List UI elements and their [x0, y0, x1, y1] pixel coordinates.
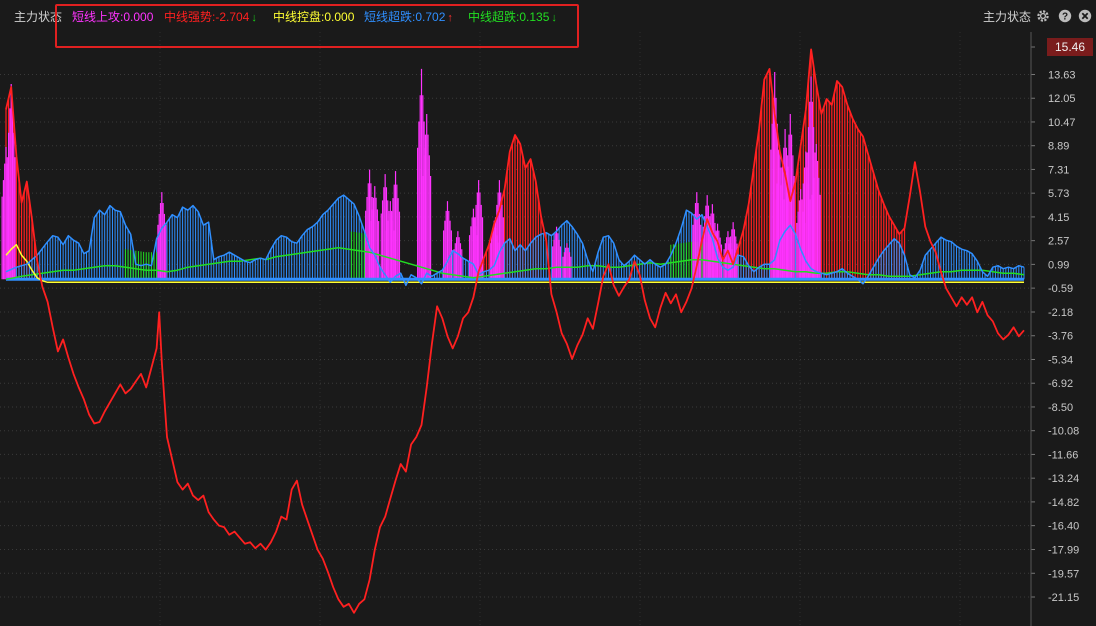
chart-grid	[0, 32, 1031, 626]
y-tick-label: -16.40	[1048, 521, 1079, 533]
indicator-chart: 13.63 12.05 10.47 8.89 7.31 5.73 4.15 2.57 0.99 -…	[0, 32, 1079, 626]
y-tick-label: -10.08	[1048, 426, 1079, 438]
close-icon[interactable]	[1078, 9, 1092, 23]
y-tick-label: 5.73	[1048, 188, 1069, 200]
series-lines	[5, 48, 1025, 614]
current-value-tag: 15.46	[1047, 38, 1093, 56]
short-attack-bars	[1, 68, 821, 280]
y-tick-label: 13.63	[1048, 69, 1076, 81]
y-tick-label: -11.66	[1048, 449, 1078, 461]
y-tick-label: -3.76	[1048, 331, 1073, 343]
y-tick-label: 7.31	[1048, 164, 1069, 176]
y-tick-label: 0.99	[1048, 259, 1069, 271]
y-tick-label: -5.34	[1048, 354, 1073, 366]
y-tick-label: -19.57	[1048, 568, 1079, 580]
series-line	[5, 48, 1025, 614]
indicator-title-right[interactable]: 主力状态	[983, 10, 1031, 24]
y-tick-label: -17.99	[1048, 545, 1079, 557]
y-tick-label: -6.92	[1048, 378, 1073, 390]
y-tick-label: 12.05	[1048, 93, 1076, 105]
y-tick-label: -14.82	[1048, 497, 1079, 509]
y-tick-label: 4.15	[1048, 212, 1069, 224]
y-tick-label: -0.59	[1048, 283, 1073, 295]
y-tick-label: 8.89	[1048, 141, 1069, 153]
y-tick-label: 10.47	[1048, 117, 1076, 129]
y-tick-label: 2.57	[1048, 236, 1069, 248]
y-tick-label: -21.15	[1048, 592, 1079, 604]
y-axis-ticks: 13.63 12.05 10.47 8.89 7.31 5.73 4.15 2.57 0.99 -…	[1031, 46, 1079, 604]
gear-icon[interactable]	[1036, 9, 1050, 23]
svg-text:?: ?	[1062, 12, 1068, 23]
legend-highlight-box	[55, 4, 579, 48]
y-tick-label: -8.50	[1048, 402, 1073, 414]
y-tick-label: -2.18	[1048, 307, 1073, 319]
indicator-header: 主力状态 短线上攻:0.000 中线强势:-2.704 ↓ 中线控盘:0.000 …	[0, 0, 1096, 48]
y-tick-label: -13.24	[1048, 473, 1079, 485]
help-icon[interactable]: ?	[1058, 9, 1072, 23]
